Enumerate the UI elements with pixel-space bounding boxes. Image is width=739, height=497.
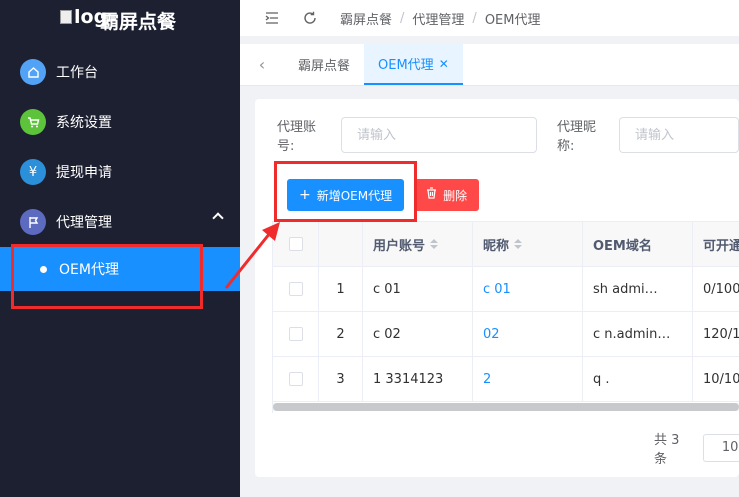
tab-oem-agent[interactable]: OEM代理 ✕ xyxy=(364,44,463,85)
checkbox[interactable] xyxy=(288,327,303,341)
checkbox[interactable] xyxy=(288,237,303,251)
header-nickname[interactable]: 昵称 xyxy=(473,222,583,266)
nickname-input[interactable] xyxy=(619,117,739,153)
sidebar-item-label: 代理管理 xyxy=(56,215,112,231)
header-account[interactable]: 用户账号 xyxy=(363,222,473,266)
pagination-total: 共 3 条 xyxy=(654,433,680,467)
sidebar-item-withdraw[interactable]: ¥ 提现申请 xyxy=(0,147,240,197)
app-title: 霸屏点餐 xyxy=(100,10,177,33)
sidebar-item-agent-management[interactable]: 代理管理 xyxy=(0,197,240,247)
highlight-box xyxy=(11,244,203,309)
checkbox[interactable] xyxy=(288,282,303,296)
row-nickname[interactable]: c 01 xyxy=(473,267,583,311)
agents-table: 用户账号 昵称 OEM域名 可开通 1 c 01 c 01 sh admi… 0… xyxy=(272,221,739,413)
yen-icon: ¥ xyxy=(20,159,46,185)
sidebar-item-settings[interactable]: 系统设置 xyxy=(0,97,240,147)
header-quota: 可开通 xyxy=(693,222,739,266)
highlight-box xyxy=(274,161,417,222)
account-label: 代理账号: xyxy=(277,120,317,154)
row-select[interactable] xyxy=(273,312,319,356)
tab-label: OEM代理 xyxy=(378,58,434,73)
table-row[interactable]: 2 c 02 02 c n.admin… 120/1 xyxy=(273,312,739,357)
row-account: c 02 xyxy=(363,312,473,356)
table-row[interactable]: 3 1 3314123 2 q . 10/10 xyxy=(273,357,739,402)
row-quota: 0/100 xyxy=(693,267,739,311)
row-select[interactable] xyxy=(273,357,319,401)
pagination: 共 3 条 10 xyxy=(654,429,739,467)
checkbox[interactable] xyxy=(288,372,303,386)
table-header-row: 用户账号 昵称 OEM域名 可开通 xyxy=(273,222,739,267)
close-icon[interactable]: ✕ xyxy=(439,57,449,71)
header-label: 用户账号 xyxy=(373,238,426,254)
row-select[interactable] xyxy=(273,267,319,311)
row-quota: 10/10 xyxy=(693,357,739,401)
horizontal-scrollbar[interactable] xyxy=(273,403,739,411)
content-card: 代理账号: 代理昵称: + 新增OEM代理 删除 用户账号 昵称 OEM域名 可… xyxy=(255,99,739,477)
header-domain: OEM域名 xyxy=(583,222,693,266)
row-domain: c n.admin… xyxy=(583,312,693,356)
sort-icon[interactable] xyxy=(514,239,523,249)
row-index: 3 xyxy=(319,357,363,401)
row-quota: 120/1 xyxy=(693,312,739,356)
row-account: c 01 xyxy=(363,267,473,311)
broken-image-icon xyxy=(60,10,72,24)
filter-form: 代理账号: 代理昵称: xyxy=(255,117,739,154)
scrollbar-thumb[interactable] xyxy=(273,403,739,411)
flag-icon xyxy=(20,209,46,235)
row-nickname[interactable]: 2 xyxy=(473,357,583,401)
breadcrumb-item: OEM代理 xyxy=(484,12,541,28)
breadcrumb-separator: / xyxy=(400,10,405,26)
account-input[interactable] xyxy=(341,117,537,153)
header-index xyxy=(319,222,363,266)
trash-icon xyxy=(426,187,437,203)
row-domain: q . xyxy=(583,357,693,401)
cart-icon xyxy=(20,109,46,135)
sidebar-item-label: 提现申请 xyxy=(56,165,112,181)
logo-alt-text: log xyxy=(74,6,108,28)
breadcrumb-item[interactable]: 代理管理 xyxy=(412,9,464,28)
table-row[interactable]: 1 c 01 c 01 sh admi… 0/100 xyxy=(273,267,739,312)
breadcrumb-item[interactable]: 霸屏点餐 xyxy=(340,9,392,28)
chevron-left-icon[interactable]: ‹ xyxy=(240,44,284,85)
delete-button[interactable]: 删除 xyxy=(414,179,480,211)
logo: log 霸屏点餐 xyxy=(0,0,240,40)
page-size-select[interactable]: 10 xyxy=(702,434,739,462)
sidebar-item-label: 系统设置 xyxy=(56,115,112,131)
nickname-label: 代理昵称: xyxy=(557,120,597,154)
sort-icon[interactable] xyxy=(430,239,439,249)
header-label: OEM域名 xyxy=(593,238,652,254)
row-index: 1 xyxy=(319,267,363,311)
row-account: 1 3314123 xyxy=(363,357,473,401)
tab-home[interactable]: 霸屏点餐 xyxy=(284,44,364,85)
logo-image: log xyxy=(60,6,107,32)
row-nickname[interactable]: 02 xyxy=(473,312,583,356)
tabs-bar: ‹ 霸屏点餐 OEM代理 ✕ xyxy=(240,44,739,86)
sidebar-item-label: 工作台 xyxy=(56,65,98,81)
top-navbar: 霸屏点餐 / 代理管理 / OEM代理 xyxy=(240,0,739,36)
header-label: 昵称 xyxy=(483,238,510,254)
row-domain: sh admi… xyxy=(583,267,693,311)
home-icon xyxy=(20,59,46,85)
row-index: 2 xyxy=(319,312,363,356)
tab-label: 霸屏点餐 xyxy=(298,59,351,74)
breadcrumb-separator: / xyxy=(472,10,477,26)
header-select-all[interactable] xyxy=(273,222,319,266)
refresh-icon[interactable] xyxy=(302,10,318,26)
menu-collapse-icon[interactable] xyxy=(264,10,280,26)
sidebar-item-workbench[interactable]: 工作台 xyxy=(0,47,240,97)
delete-button-label: 删除 xyxy=(443,188,468,203)
header-label: 可开通 xyxy=(703,238,739,254)
chevron-up-icon xyxy=(212,212,224,224)
